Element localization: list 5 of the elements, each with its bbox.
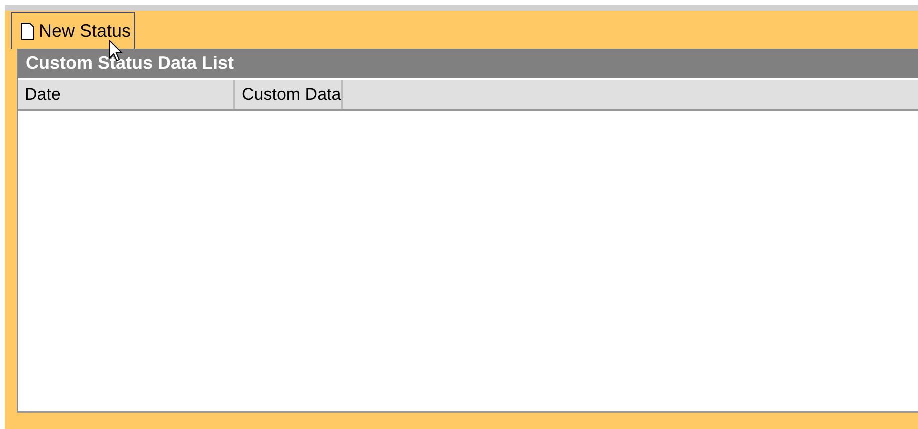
column-header[interactable]: Date — [18, 80, 235, 109]
new-status-button[interactable]: New Status — [11, 12, 136, 49]
column-header[interactable]: Custom Data — [235, 80, 344, 109]
panel-title: Custom Status Data List — [18, 49, 918, 78]
document-icon — [21, 22, 34, 40]
